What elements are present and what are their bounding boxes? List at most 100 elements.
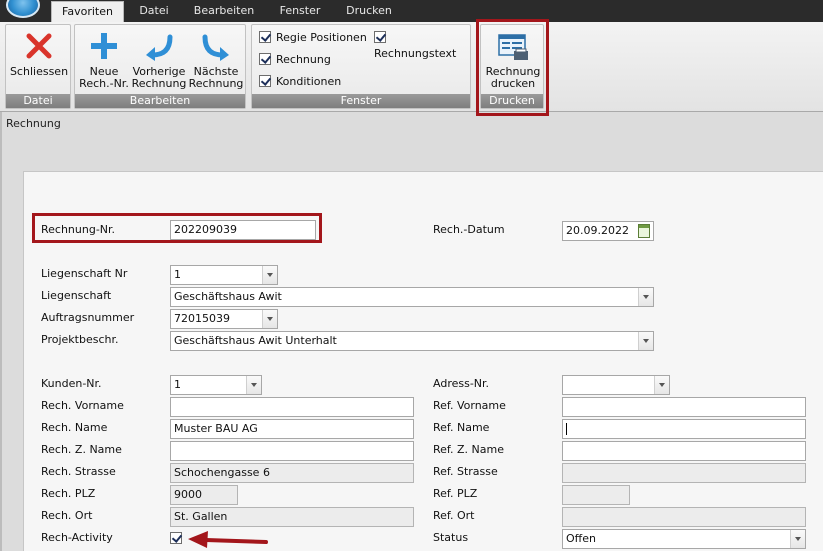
- annotation-arrow-icon: [188, 531, 268, 548]
- window-left-border: [0, 112, 2, 551]
- tab-drucken[interactable]: Drucken: [338, 1, 400, 22]
- chevron-down-icon[interactable]: [638, 288, 653, 306]
- rech-vorname-field[interactable]: [170, 397, 414, 417]
- adress-nr-label: Adress-Nr.: [433, 377, 490, 390]
- adress-nr-select[interactable]: [562, 375, 670, 395]
- konditionen-checkbox-box[interactable]: [259, 75, 271, 87]
- group-title-bearbeiten: Bearbeiten: [75, 94, 245, 108]
- undo-arrow-icon: [146, 34, 173, 61]
- rech-vorname-label: Rech. Vorname: [41, 399, 124, 412]
- status-value: Offen: [566, 532, 596, 545]
- projektbeschr-select[interactable]: Geschäftshaus Awit Unterhalt: [170, 331, 654, 351]
- checkbox-rechnungstext[interactable]: Rechnungstext: [374, 30, 470, 60]
- ref-plz-label: Ref. PLZ: [433, 487, 478, 500]
- tab-bearbeiten[interactable]: Bearbeiten: [188, 1, 260, 22]
- rech-ort-field[interactable]: St. Gallen: [170, 507, 414, 527]
- rechnungstext-label: Rechnungstext: [374, 47, 457, 60]
- rech-strasse-label: Rech. Strasse: [41, 465, 116, 478]
- group-title-datei: Datei: [6, 94, 70, 108]
- ref-ort-field[interactable]: [562, 507, 806, 527]
- rech-ort-label: Rech. Ort: [41, 509, 93, 522]
- regie-positionen-label: Regie Positionen: [276, 31, 367, 44]
- rech-datum-value: 20.09.2022: [566, 224, 629, 237]
- close-icon: [26, 33, 52, 59]
- schliessen-button[interactable]: Schliessen: [8, 27, 70, 93]
- rech-z-name-label: Rech. Z. Name: [41, 443, 122, 456]
- tab-favoriten[interactable]: Favoriten: [51, 1, 124, 22]
- regie-positionen-checkbox-box[interactable]: [259, 31, 271, 43]
- ribbon-group-bearbeiten: Neue Rech.-Nr. Vorherige Rechnung Nächst…: [74, 24, 246, 109]
- liegenschaft-nr-select[interactable]: 1: [170, 265, 278, 285]
- projektbeschr-label: Projektbeschr.: [41, 333, 119, 346]
- ribbon-group-datei: Schliessen Datei: [5, 24, 71, 109]
- auftragsnummer-select[interactable]: 72015039: [170, 309, 278, 329]
- ribbon: Schliessen Datei Neue Rech.-Nr. Vorherig…: [0, 22, 823, 112]
- naechste-rechnung-button[interactable]: Nächste Rechnung: [187, 27, 245, 93]
- ref-name-field[interactable]: [562, 419, 806, 439]
- auftragsnummer-value: 72015039: [174, 312, 230, 325]
- liegenschaft-nr-label: Liegenschaft Nr: [41, 267, 128, 280]
- rechnung-checkbox-box[interactable]: [259, 53, 271, 65]
- group-title-fenster: Fenster: [252, 94, 470, 108]
- ref-ort-label: Ref. Ort: [433, 509, 475, 522]
- checkbox-konditionen[interactable]: Konditionen: [259, 74, 341, 90]
- checkbox-rechnung[interactable]: Rechnung: [259, 52, 331, 68]
- app-menu-button[interactable]: [6, 0, 40, 18]
- vorherige-label-2: Rechnung: [131, 77, 187, 90]
- kunden-nr-select[interactable]: 1: [170, 375, 262, 395]
- konditionen-label: Konditionen: [276, 75, 342, 88]
- ref-vorname-field[interactable]: [562, 397, 806, 417]
- rech-plz-field[interactable]: 9000: [170, 485, 238, 505]
- ref-strasse-label: Ref. Strasse: [433, 465, 498, 478]
- rech-z-name-field[interactable]: [170, 441, 414, 461]
- chevron-down-icon[interactable]: [638, 332, 653, 350]
- ribbon-tab-bar: Favoriten Datei Bearbeiten Fenster Druck…: [0, 0, 823, 22]
- rech-name-field[interactable]: Muster BAU AG: [170, 419, 414, 439]
- projektbeschr-value: Geschäftshaus Awit Unterhalt: [174, 334, 337, 347]
- neue-label-2: Rech.-Nr.: [79, 77, 129, 90]
- ref-vorname-label: Ref. Vorname: [433, 399, 506, 412]
- kunden-nr-value: 1: [174, 378, 181, 391]
- vorherige-rechnung-button[interactable]: Vorherige Rechnung: [131, 27, 187, 93]
- chevron-down-icon[interactable]: [262, 310, 277, 328]
- chevron-down-icon[interactable]: [790, 530, 805, 548]
- rech-datum-label: Rech.-Datum: [433, 223, 505, 236]
- liegenschaft-value: Geschäftshaus Awit: [174, 290, 282, 303]
- highlight-box-rechnung-nr: [32, 213, 322, 243]
- rech-activity-checkbox[interactable]: [170, 532, 182, 544]
- ref-strasse-field[interactable]: [562, 463, 806, 483]
- rech-plz-label: Rech. PLZ: [41, 487, 96, 500]
- rech-name-label: Rech. Name: [41, 421, 108, 434]
- rechnung-label: Rechnung: [276, 53, 331, 66]
- ref-z-name-field[interactable]: [562, 441, 806, 461]
- calendar-icon[interactable]: [638, 224, 650, 238]
- chevron-down-icon[interactable]: [246, 376, 261, 394]
- auftragsnummer-label: Auftragsnummer: [41, 311, 135, 324]
- ref-plz-field[interactable]: [562, 485, 630, 505]
- status-select[interactable]: Offen: [562, 529, 806, 549]
- tab-datei[interactable]: Datei: [128, 1, 180, 22]
- kunden-nr-label: Kunden-Nr.: [41, 377, 102, 390]
- naechste-label-2: Rechnung: [188, 77, 244, 90]
- schliessen-label: Schliessen: [9, 65, 69, 78]
- liegenschaft-select[interactable]: Geschäftshaus Awit: [170, 287, 654, 307]
- chevron-down-icon[interactable]: [654, 376, 669, 394]
- rech-strasse-field[interactable]: Schochengasse 6: [170, 463, 414, 483]
- rechnungstext-checkbox-box[interactable]: [374, 31, 386, 43]
- rech-activity-label: Rech-Activity: [41, 531, 113, 544]
- tab-fenster[interactable]: Fenster: [272, 1, 328, 22]
- rech-datum-field[interactable]: 20.09.2022: [562, 221, 654, 241]
- chevron-down-icon[interactable]: [262, 266, 277, 284]
- text-cursor: [566, 423, 567, 435]
- ribbon-group-fenster: Regie Positionen Rechnungstext Rechnung …: [251, 24, 471, 109]
- status-label: Status: [433, 531, 469, 544]
- liegenschaft-label: Liegenschaft: [41, 289, 112, 302]
- redo-arrow-icon: [202, 34, 229, 61]
- checkbox-regie-positionen[interactable]: Regie Positionen: [259, 30, 367, 46]
- liegenschaft-nr-value: 1: [174, 268, 181, 281]
- ref-z-name-label: Ref. Z. Name: [433, 443, 504, 456]
- plus-icon: [91, 33, 117, 59]
- highlight-box-drucken: [476, 19, 549, 116]
- ref-name-label: Ref. Name: [433, 421, 490, 434]
- neue-rech-nr-button[interactable]: Neue Rech.-Nr.: [77, 27, 131, 93]
